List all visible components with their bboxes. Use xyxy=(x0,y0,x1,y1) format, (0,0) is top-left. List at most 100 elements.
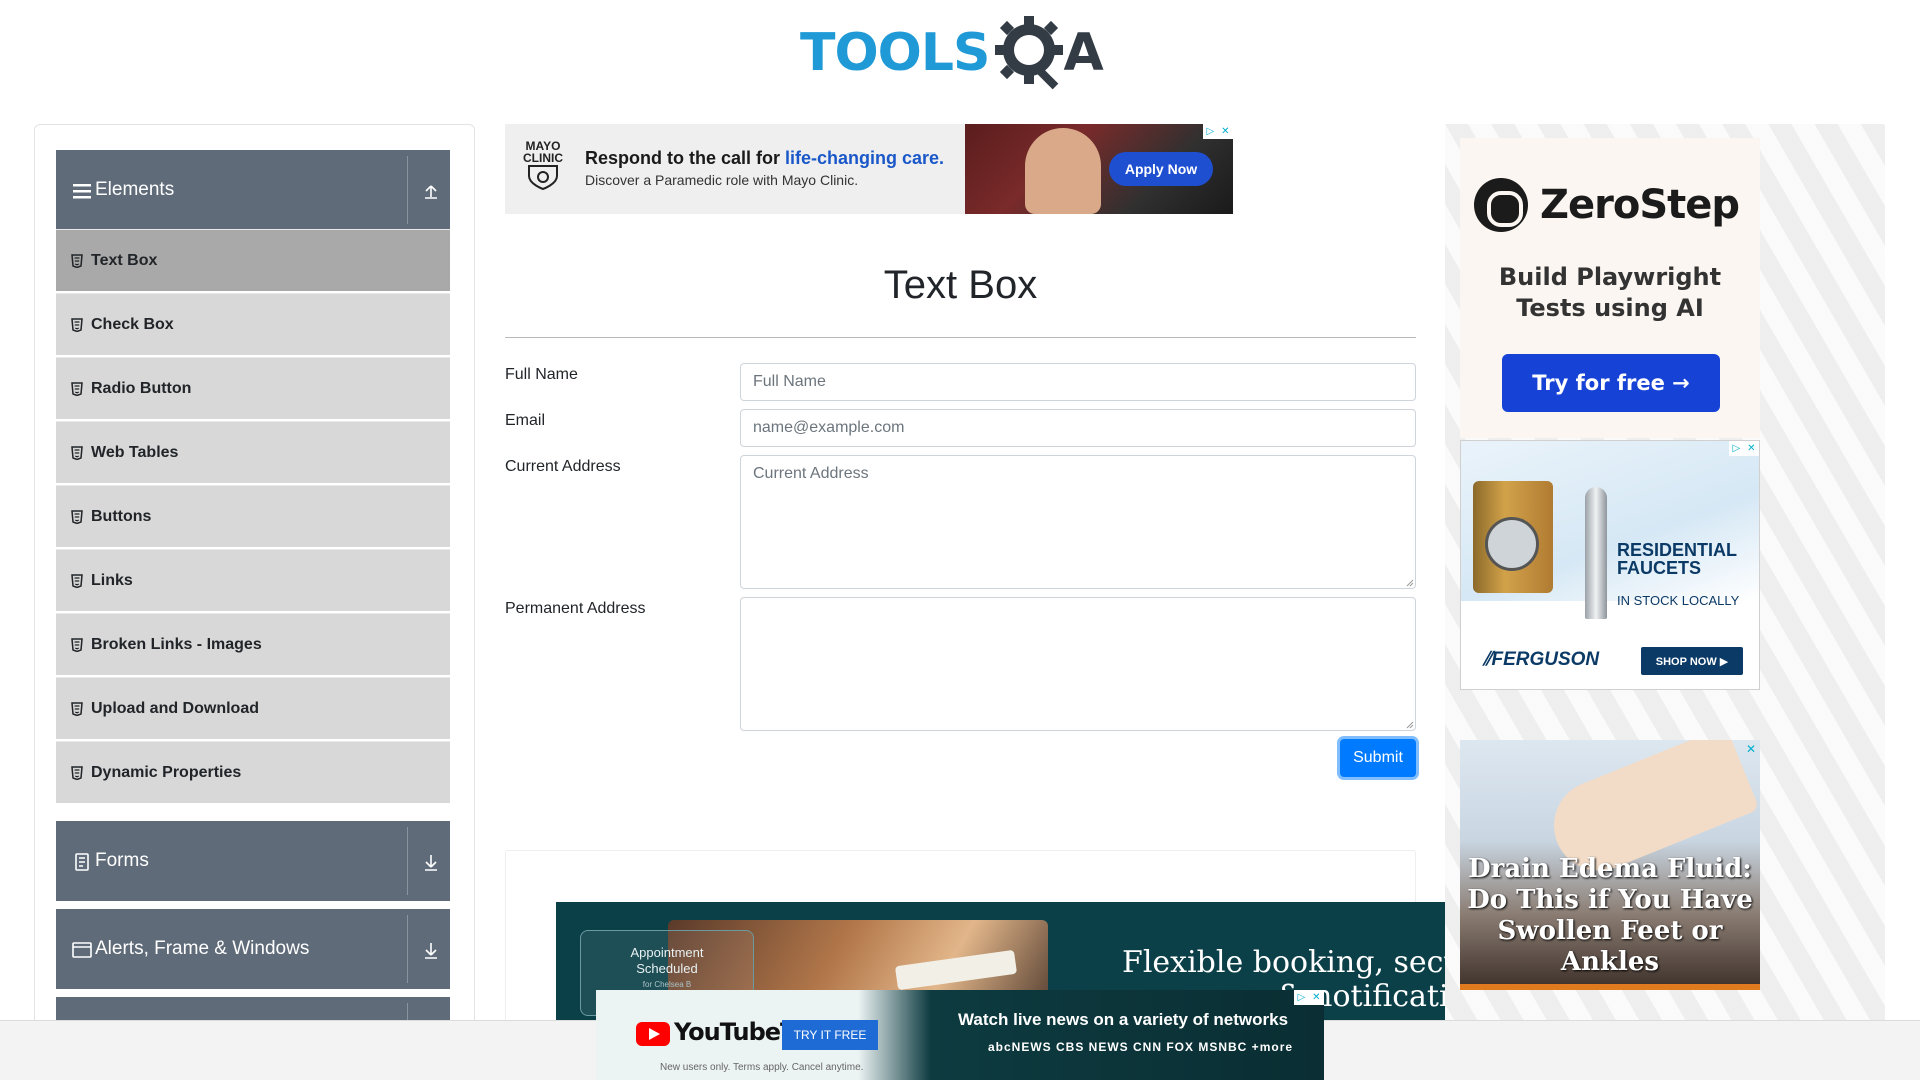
sidebar-item-broken-links[interactable]: Broken Links - Images xyxy=(56,613,450,675)
html-icon xyxy=(71,445,83,460)
html-icon xyxy=(71,509,83,524)
page-title: Text Box xyxy=(883,263,1038,307)
try-for-free-button[interactable]: Try for free → xyxy=(1502,354,1720,412)
group-label-forms: Forms xyxy=(95,850,149,871)
zerostep-tagline: Build Playwright Tests using AI xyxy=(1498,263,1722,322)
group-divider xyxy=(407,156,408,224)
current-address-textarea[interactable] xyxy=(740,455,1416,589)
resize-grip-icon[interactable] xyxy=(1406,721,1414,729)
edema-headline: Drain Edema Fluid: Do This if You Have S… xyxy=(1467,854,1753,977)
sidebar-item-web-tables[interactable]: Web Tables xyxy=(56,421,450,483)
collapse-arrow-icon[interactable] xyxy=(421,181,441,201)
html-icon xyxy=(71,317,83,332)
sidebar-item-buttons[interactable]: Buttons xyxy=(56,485,450,547)
sidebar-item-label: Check Box xyxy=(91,315,174,333)
sidebar-item-check-box[interactable]: Check Box xyxy=(56,293,450,355)
youtube-tv-headline: Watch live news on a variety of networks xyxy=(958,1010,1289,1029)
group-header-elements[interactable]: Elements xyxy=(56,150,450,230)
sidebar-item-text-box[interactable]: Text Box xyxy=(56,229,450,291)
youtube-play-icon xyxy=(636,1022,670,1046)
html-icon xyxy=(71,701,83,716)
title-divider xyxy=(505,337,1416,338)
group-divider xyxy=(407,915,408,983)
sidebar-item-label: Buttons xyxy=(91,507,152,525)
adchoices-icon[interactable]: ▷ xyxy=(1297,992,1305,1003)
sidebar-item-label: Dynamic Properties xyxy=(91,763,242,781)
edema-ad[interactable]: Drain Edema Fluid: Do This if You Have S… xyxy=(1460,740,1760,990)
sidebar-item-radio-button[interactable]: Radio Button xyxy=(56,357,450,419)
sidebar-item-upload-download[interactable]: Upload and Download xyxy=(56,677,450,739)
apply-now-button[interactable]: Apply Now xyxy=(1109,152,1213,186)
window-icon xyxy=(72,942,92,958)
html-icon xyxy=(71,381,83,396)
group-label-elements: Elements xyxy=(95,179,175,200)
html-icon xyxy=(71,253,83,268)
left-sidebar: Elements Text Box Check Box Radio Button… xyxy=(34,124,475,1080)
submit-button[interactable]: Submit xyxy=(1340,739,1416,777)
sidebar-item-label: Links xyxy=(91,571,133,589)
sidebar-item-label: Upload and Download xyxy=(91,699,259,717)
ferguson-logo: ⫽FERGUSON xyxy=(1483,649,1600,670)
expand-arrow-icon[interactable] xyxy=(421,852,441,872)
network-logos: abcNEWS CBS NEWS CNN FOX MSNBC +more xyxy=(988,1040,1294,1054)
youtube-tv-fine-print: New users only. Terms apply. Cancel anyt… xyxy=(660,1062,864,1073)
current-address-label: Current Address xyxy=(505,458,621,475)
shield-icon xyxy=(528,165,558,191)
adchoices-icon[interactable]: ▷ xyxy=(1732,443,1740,454)
ferguson-headline: RESIDENTIAL FAUCETS xyxy=(1617,540,1738,578)
gear-magnifier-icon xyxy=(995,16,1064,90)
group-divider xyxy=(407,827,408,895)
close-icon[interactable]: ✕ xyxy=(1747,443,1755,454)
sidebar-item-label: Web Tables xyxy=(91,443,179,461)
full-name-label: Full Name xyxy=(505,366,578,383)
html-icon xyxy=(71,765,83,780)
group-label-alerts: Alerts, Frame & Windows xyxy=(95,938,310,959)
ad-choices[interactable]: ▷ ✕ xyxy=(1203,124,1233,139)
elements-menu-list: Text Box Check Box Radio Button Web Tabl… xyxy=(56,229,450,805)
faucet-image xyxy=(1585,487,1607,619)
ad-choices[interactable]: ▷ ✕ xyxy=(1729,441,1759,456)
edema-progress-bar xyxy=(1460,984,1760,990)
valve-dial-image xyxy=(1485,517,1539,571)
zerostep-mark-icon xyxy=(1474,178,1528,232)
sidebar-item-label: Radio Button xyxy=(91,379,192,397)
zerostep-ad[interactable]: ZeroStep Build Playwright Tests using AI… xyxy=(1460,138,1760,438)
group-header-forms[interactable]: Forms xyxy=(56,821,450,901)
expand-arrow-icon[interactable] xyxy=(421,940,441,960)
mayo-ad-subtext: Discover a Paramedic role with Mayo Clin… xyxy=(585,172,859,188)
shop-now-button[interactable]: SHOP NOW ▶ xyxy=(1641,647,1743,675)
close-icon[interactable]: ✕ xyxy=(1746,742,1756,756)
permanent-address-label: Permanent Address xyxy=(505,600,646,617)
close-icon[interactable]: ✕ xyxy=(1312,992,1320,1003)
html-icon xyxy=(71,637,83,652)
group-header-alerts[interactable]: Alerts, Frame & Windows xyxy=(56,909,450,989)
email-input[interactable] xyxy=(740,409,1416,447)
sidebar-item-label: Text Box xyxy=(91,251,158,269)
zerostep-logo: ZeroStep xyxy=(1474,178,1740,232)
logo-text-tools: TOOLS xyxy=(800,23,990,83)
ferguson-ad[interactable]: RESIDENTIAL FAUCETS IN STOCK LOCALLY ⫽FE… xyxy=(1460,440,1760,690)
mayo-clinic-logo: MAYO CLINIC xyxy=(519,140,567,192)
mayo-ad-person xyxy=(1025,128,1101,214)
adchoices-icon[interactable]: ▷ xyxy=(1206,126,1214,137)
sidebar-item-links[interactable]: Links xyxy=(56,549,450,611)
mayo-ad-headline: Respond to the call for life-changing ca… xyxy=(585,148,945,168)
sidebar-item-dynamic-properties[interactable]: Dynamic Properties xyxy=(56,741,450,803)
toolsqa-logo[interactable]: TOOLS A xyxy=(800,14,1125,92)
logo-text-a: A xyxy=(1063,23,1104,83)
permanent-address-textarea[interactable] xyxy=(740,597,1416,731)
site-header: TOOLS A xyxy=(0,0,1920,100)
close-icon[interactable]: ✕ xyxy=(1221,126,1229,137)
hamburger-icon xyxy=(73,184,91,199)
ad-choices[interactable]: ▷ ✕ xyxy=(1294,990,1324,1005)
html-icon xyxy=(71,573,83,588)
sidebar-item-label: Broken Links - Images xyxy=(91,635,262,653)
full-name-input[interactable] xyxy=(740,363,1416,401)
document-icon xyxy=(75,853,89,871)
youtube-tv-ad[interactable]: YouTubeTV TRY IT FREE Watch live news on… xyxy=(596,990,1324,1080)
resize-grip-icon[interactable] xyxy=(1406,579,1414,587)
try-it-free-button[interactable]: TRY IT FREE xyxy=(782,1020,878,1050)
email-label: Email xyxy=(505,412,546,429)
ferguson-subtext: IN STOCK LOCALLY xyxy=(1617,593,1740,608)
mayo-clinic-ad[interactable]: MAYO CLINIC Respond to the call for life… xyxy=(505,124,1233,214)
